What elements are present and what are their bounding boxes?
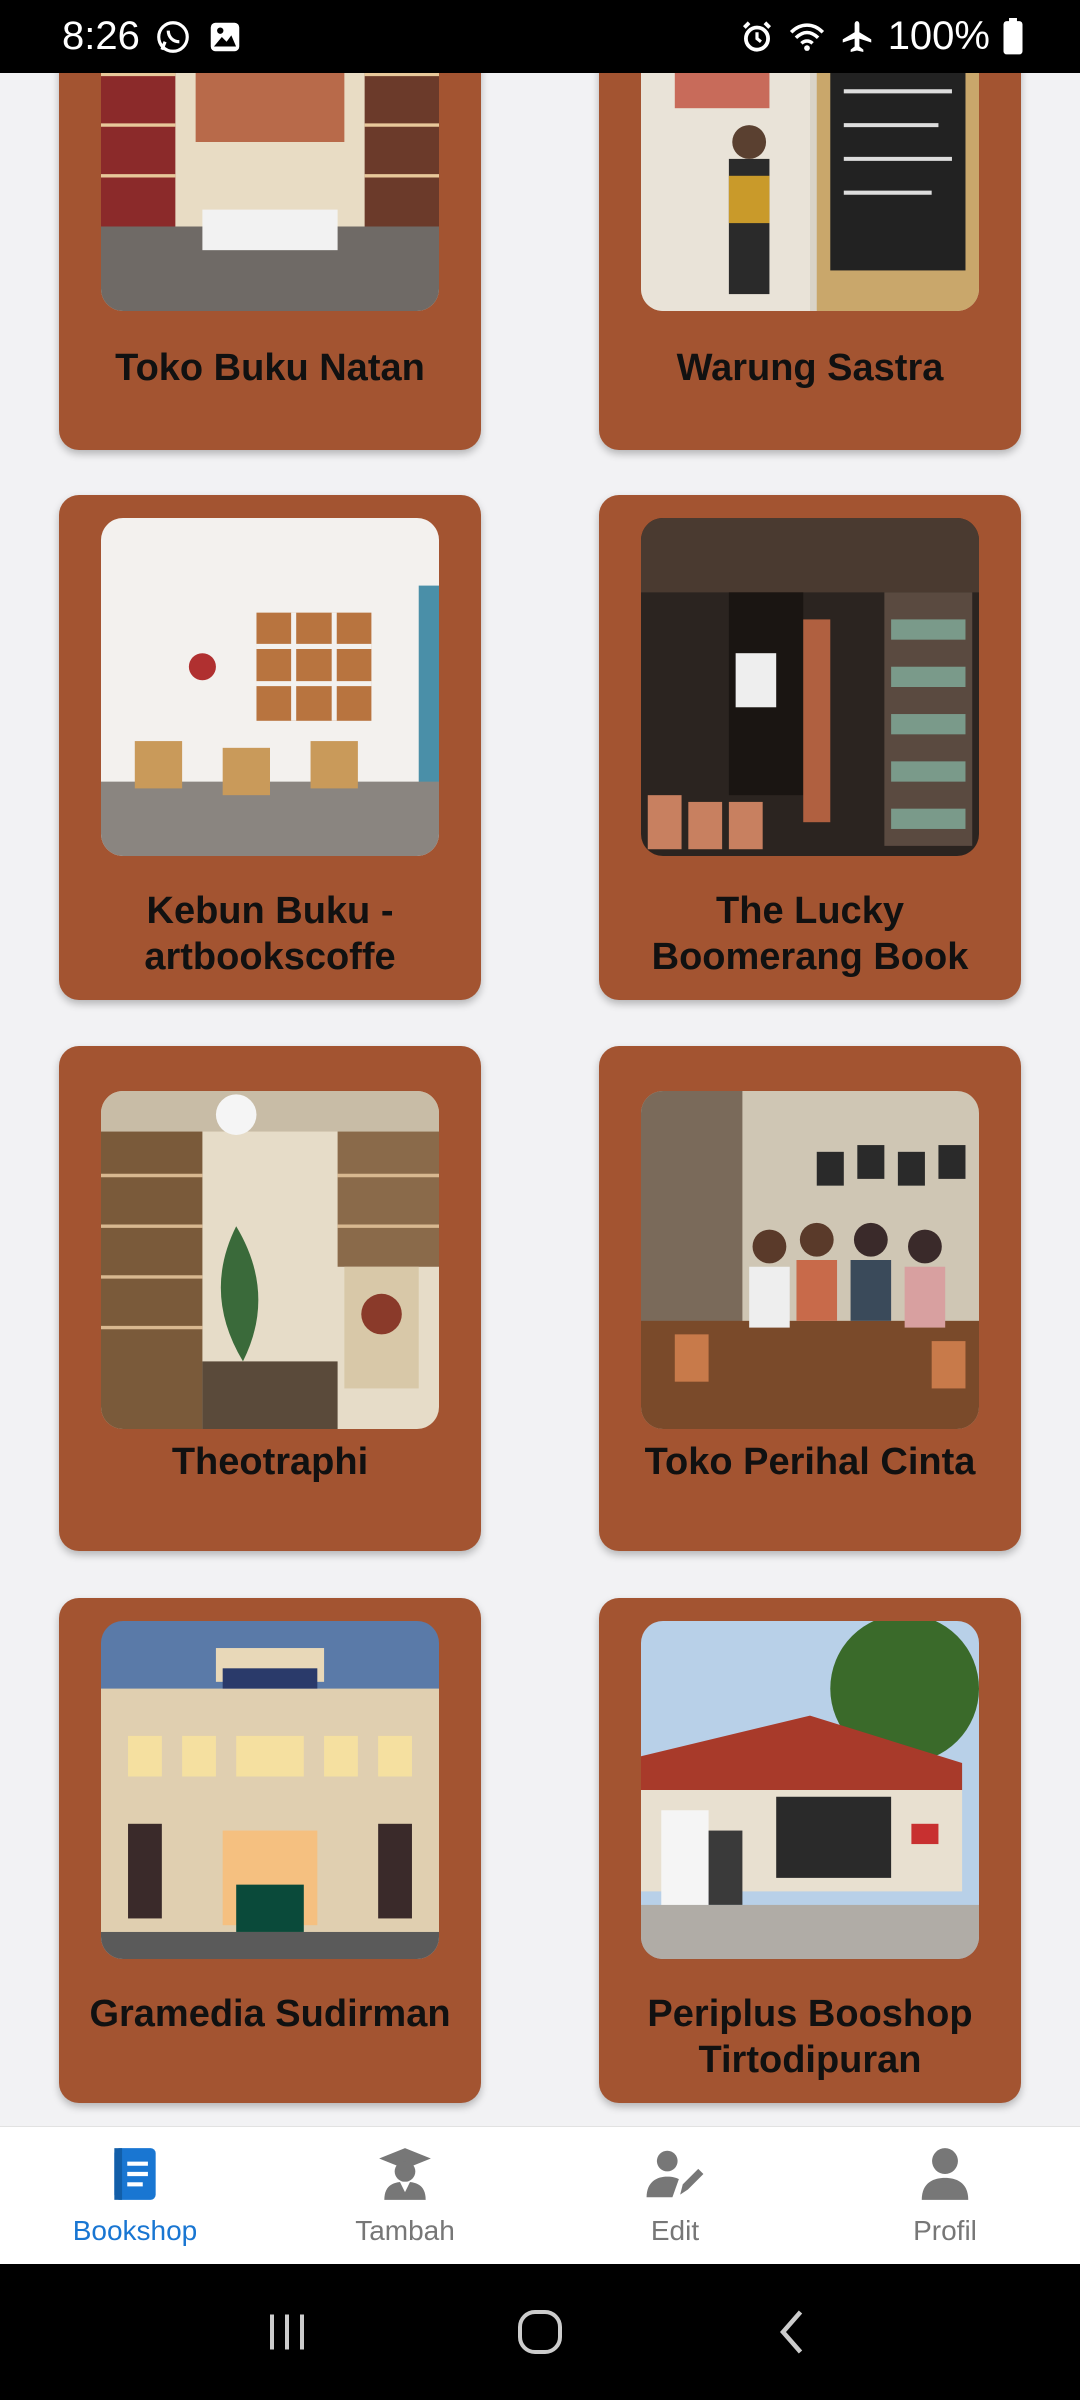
back-icon[interactable] [763, 2302, 823, 2362]
bookshop-image [101, 73, 439, 311]
bookshop-image [101, 518, 439, 856]
nav-label-tambah: Tambah [355, 2215, 455, 2246]
bookshop-card[interactable]: Toko Perihal Cinta [599, 1046, 1021, 1551]
bookshop-card[interactable]: Theotraphi [59, 1046, 481, 1551]
bookshop-image [101, 1621, 439, 1959]
bookshop-image [641, 1621, 979, 1959]
bookshop-image [101, 1091, 439, 1429]
book-icon [114, 2148, 156, 2200]
bookshop-title: Warung Sastra [676, 347, 944, 389]
nav-label-bookshop: Bookshop [72, 2215, 198, 2246]
bookshop-title: Toko Perihal Cinta [644, 1441, 976, 1483]
alarm-icon [742, 20, 771, 52]
bookshop-title: Periplus Booshop Tirtodipuran [647, 1993, 973, 2081]
nav-item-profil[interactable]: Profil [810, 2127, 1080, 2264]
nav-label-profil: Profil [913, 2215, 977, 2246]
user-icon [921, 2148, 969, 2200]
nav-item-edit[interactable]: Edit [540, 2127, 810, 2264]
battery-percentage: 100% [887, 14, 990, 58]
user-edit-icon [646, 2150, 704, 2198]
bookshop-title: Toko Buku Natan [115, 347, 425, 389]
bookshop-card[interactable]: Toko Buku Natan [59, 73, 481, 450]
nav-label-edit: Edit [650, 2215, 700, 2246]
status-bar: 8:26 100% [0, 0, 1080, 73]
nav-item-tambah[interactable]: Tambah [270, 2127, 540, 2264]
bookshop-title: Kebun Buku - artbookscoffe [144, 890, 396, 978]
wifi-icon [789, 22, 824, 51]
bookshop-title: Theotraphi [171, 1441, 369, 1483]
nav-item-bookshop[interactable]: Bookshop [0, 2127, 270, 2264]
bookshop-title: Gramedia Sudirman [89, 1993, 451, 2035]
bottom-navigation: Bookshop Tambah Edit Profil [0, 2126, 1080, 2264]
bookshop-card[interactable]: Gramedia Sudirman [59, 1598, 481, 2103]
graduate-icon [379, 2148, 431, 2200]
status-time: 8:26 [62, 14, 140, 58]
system-navigation-bar [0, 2264, 1080, 2400]
home-icon[interactable] [510, 2302, 570, 2362]
bookshop-card[interactable]: Warung Sastra [599, 73, 1021, 450]
battery-icon [1003, 17, 1023, 54]
bookshop-card[interactable]: Kebun Buku - artbookscoffe [59, 495, 481, 1000]
whatsapp-icon [157, 20, 189, 53]
bookshop-card[interactable]: Periplus Booshop Tirtodipuran [599, 1598, 1021, 2103]
bookshop-image [641, 73, 979, 311]
bookshop-image [641, 518, 979, 856]
airplane-icon [842, 20, 871, 52]
gallery-icon [210, 22, 240, 51]
bookshop-image [641, 1091, 979, 1429]
recent-apps-icon[interactable] [257, 2302, 317, 2362]
bookshop-list[interactable]: Toko Buku Natan Warung Sastra Kebun Buku… [0, 73, 1080, 2125]
bookshop-title: The Lucky Boomerang Book [651, 890, 969, 978]
bookshop-card[interactable]: The Lucky Boomerang Book [599, 495, 1021, 1000]
